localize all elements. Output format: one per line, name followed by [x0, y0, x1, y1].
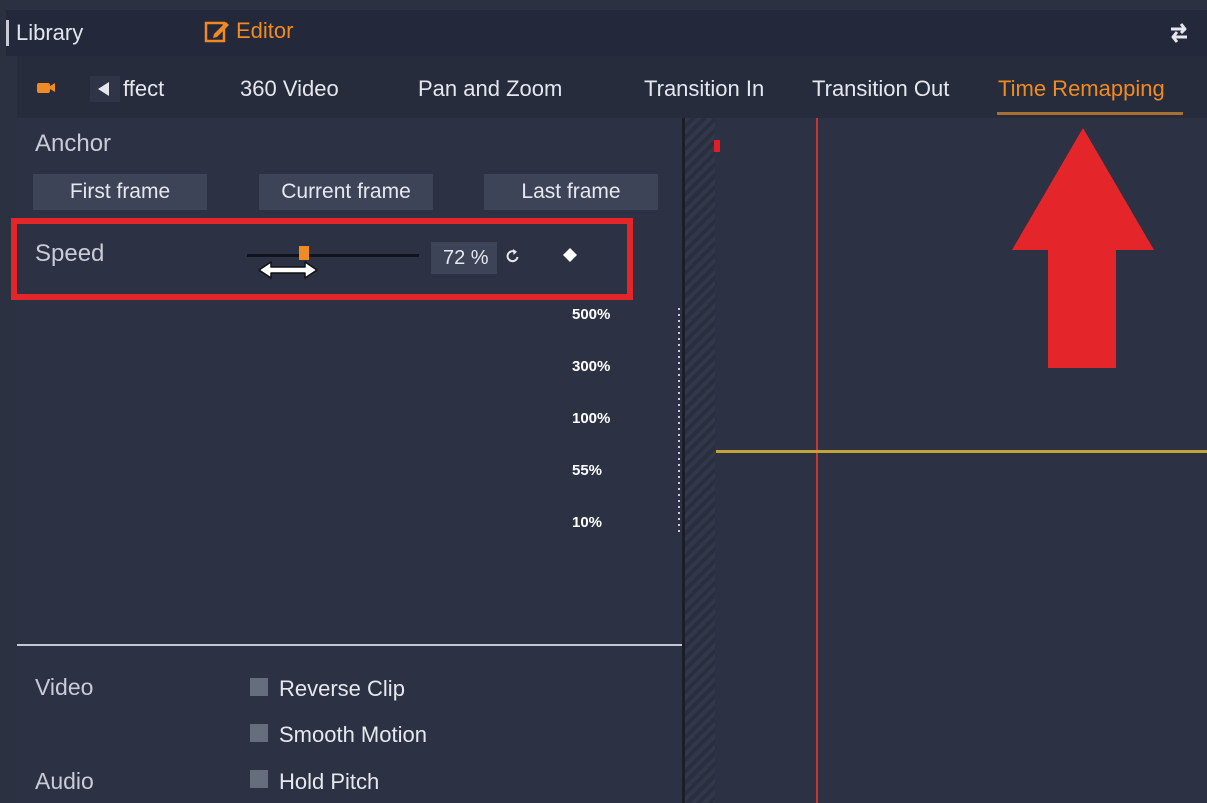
smooth-motion-label[interactable]: Smooth Motion	[279, 722, 427, 748]
reverse-clip-checkbox[interactable]	[250, 678, 268, 696]
playhead-line[interactable]	[816, 118, 818, 803]
anchor-label: Anchor	[35, 130, 112, 157]
speed-highlight-annotation	[11, 218, 633, 300]
tab-time-remapping[interactable]: Time Remapping	[998, 76, 1165, 102]
scale-label-100: 100%	[572, 410, 611, 427]
chevron-left-icon	[98, 82, 109, 96]
scale-label-55: 55%	[572, 462, 603, 479]
library-tab-edge	[6, 20, 9, 46]
scale-label-300: 300%	[572, 358, 611, 375]
editor-tab-label: Editor	[236, 18, 294, 43]
audio-section-label: Audio	[35, 768, 94, 794]
tab-transition-in[interactable]: Transition In	[644, 76, 764, 102]
speed-graph-area[interactable]	[685, 118, 1207, 803]
scale-label-500: 500%	[572, 306, 611, 323]
last-frame-button[interactable]: Last frame	[484, 174, 658, 210]
library-tab[interactable]: Library	[16, 20, 83, 46]
camera-icon	[37, 83, 55, 93]
speed-scale-ruler	[678, 308, 680, 536]
screenshot-frame: Library Editor ffect 360 Video Pan and Z…	[0, 0, 1207, 803]
tabs-scroll-left-button[interactable]	[90, 76, 120, 102]
current-frame-button[interactable]: Current frame	[259, 174, 433, 210]
hold-pitch-label[interactable]: Hold Pitch	[279, 769, 379, 795]
hold-pitch-checkbox[interactable]	[250, 770, 268, 788]
up-arrow-icon	[1012, 128, 1154, 368]
tab-effect[interactable]: ffect	[123, 76, 164, 102]
section-divider	[17, 644, 682, 646]
clip-start-marker	[714, 140, 720, 152]
tab-360-video[interactable]: 360 Video	[240, 76, 339, 102]
top-bar: Library Editor	[6, 10, 1207, 56]
effect-tab-bar: ffect 360 Video Pan and Zoom Transition …	[17, 56, 1207, 118]
swap-arrows-icon[interactable]	[1165, 20, 1193, 46]
first-frame-button[interactable]: First frame	[33, 174, 207, 210]
reverse-clip-label[interactable]: Reverse Clip	[279, 676, 405, 702]
tab-pan-and-zoom[interactable]: Pan and Zoom	[418, 76, 562, 102]
speed-curve-line	[716, 450, 1207, 453]
active-tab-underline	[997, 112, 1183, 115]
scale-label-10: 10%	[572, 514, 603, 531]
smooth-motion-checkbox[interactable]	[250, 724, 268, 742]
graph-hatched-edge	[685, 118, 715, 803]
editor-tab[interactable]: Editor	[204, 18, 293, 44]
tab-transition-out[interactable]: Transition Out	[812, 76, 949, 102]
video-section-label: Video	[35, 674, 94, 700]
pencil-square-icon	[204, 21, 229, 43]
